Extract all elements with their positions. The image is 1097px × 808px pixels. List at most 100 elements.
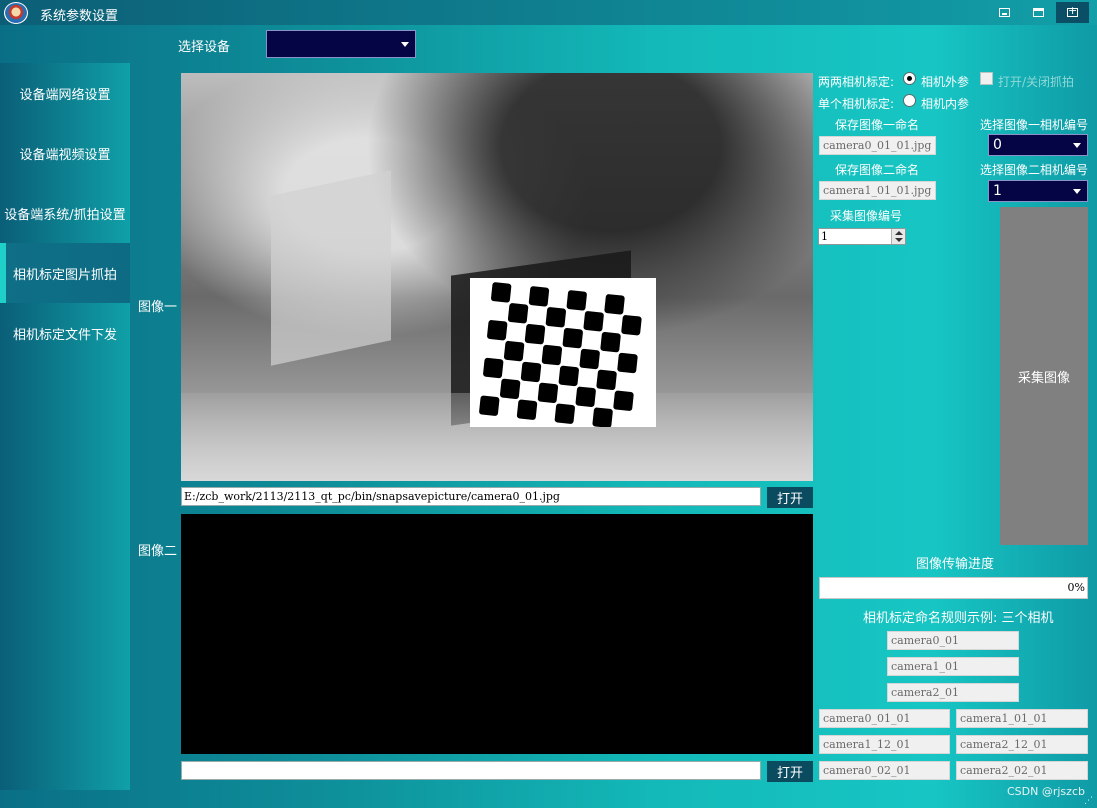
- device-select[interactable]: [266, 30, 416, 58]
- image2-open-button[interactable]: 打开: [767, 761, 813, 782]
- image1-scene-window: [271, 170, 391, 366]
- example-field[interactable]: camera1_01: [887, 657, 1019, 676]
- save-name2-label: 保存图像二命名: [835, 163, 920, 177]
- naming-rule-label: 相机标定命名规则示例: 三个相机: [863, 611, 1054, 626]
- capture-index-value: 1: [821, 230, 828, 243]
- resize-grip-icon[interactable]: ⋰: [1084, 796, 1094, 806]
- single-calibration-label: 单个相机标定:: [818, 97, 895, 111]
- checker-square: [617, 352, 638, 374]
- checker-square: [537, 382, 559, 403]
- example-field[interactable]: camera0_01: [887, 631, 1019, 650]
- example-pair-field[interactable]: camera2_12_01: [956, 735, 1088, 754]
- pair-calibration-radio[interactable]: [903, 72, 916, 85]
- image1-preview: [181, 73, 813, 481]
- select-cam1-value: 0: [993, 137, 1002, 153]
- example-pair-field[interactable]: camera1_01_01: [956, 709, 1088, 728]
- checker-square: [558, 365, 579, 387]
- sidebar-item-calibration-capture[interactable]: 相机标定图片抓拍: [0, 243, 130, 303]
- checker-square: [600, 331, 621, 353]
- select-cam1-dropdown[interactable]: 0: [988, 134, 1088, 156]
- capture-image-button[interactable]: 采集图像: [1000, 207, 1088, 545]
- progress-label: 图像传输进度: [916, 557, 995, 572]
- example-pair-field[interactable]: camera1_12_01: [819, 735, 950, 754]
- capture-toggle-label[interactable]: 打开/关闭抓拍: [998, 73, 1074, 90]
- sidebar-item-label: 相机标定文件下发: [12, 327, 117, 343]
- select-cam2-value: 1: [993, 183, 1002, 199]
- maximize-button[interactable]: [1022, 2, 1055, 23]
- pair-calibration-label: 两两相机标定:: [818, 75, 895, 89]
- checker-square: [507, 303, 529, 324]
- image2-preview: [181, 514, 813, 754]
- maximize-icon: [1033, 8, 1044, 17]
- sidebar: 设备端网络设置 设备端视频设置 设备端系统/抓拍设置 相机标定图片抓拍 相机标定…: [0, 63, 130, 790]
- checker-square: [592, 407, 613, 428]
- select-cam2-label: 选择图像二相机编号: [980, 163, 1089, 177]
- checker-square: [487, 320, 508, 341]
- checker-square: [545, 307, 567, 328]
- sidebar-item-label: 设备端网络设置: [19, 87, 111, 103]
- checker-square: [575, 386, 596, 407]
- checker-square: [579, 348, 600, 370]
- image1-path-input[interactable]: E:/zcb_work/2113/2113_qt_pc/bin/snapsave…: [181, 487, 761, 506]
- checker-square: [483, 357, 504, 379]
- title-bar: 系统参数设置: [0, 0, 1097, 25]
- device-select-label: 选择设备: [178, 40, 231, 55]
- image2-path-input[interactable]: [181, 761, 761, 780]
- minimize-icon: [999, 8, 1010, 17]
- capture-index-spinbox[interactable]: 1: [818, 228, 906, 245]
- sidebar-item-network[interactable]: 设备端网络设置: [0, 63, 130, 123]
- checker-square: [554, 403, 575, 424]
- sidebar-item-label: 相机标定图片抓拍: [12, 267, 117, 283]
- save-name1-field[interactable]: camera0_01_01.jpg: [819, 136, 936, 155]
- save-name1-label: 保存图像一命名: [835, 118, 920, 132]
- progress-text: 0%: [1067, 581, 1085, 594]
- checker-square: [613, 390, 634, 411]
- checker-square: [528, 286, 550, 307]
- checkerboard-pattern: [470, 278, 656, 428]
- sidebar-item-system-capture[interactable]: 设备端系统/抓拍设置: [0, 183, 130, 243]
- example-pair-field[interactable]: camera0_01_01: [819, 709, 950, 728]
- close-button[interactable]: [1056, 2, 1089, 23]
- checker-square: [566, 290, 587, 311]
- checker-square: [524, 324, 546, 345]
- capture-index-label: 采集图像编号: [830, 209, 903, 223]
- close-icon: [1067, 4, 1078, 17]
- checker-square: [583, 311, 604, 332]
- minimize-button[interactable]: [988, 2, 1021, 23]
- window-title: 系统参数设置: [40, 9, 119, 24]
- image1-label: 图像一: [138, 300, 178, 315]
- checker-square: [491, 282, 512, 303]
- spin-arrows-icon[interactable]: [891, 229, 905, 244]
- sidebar-item-video[interactable]: 设备端视频设置: [0, 123, 130, 183]
- single-calibration-option[interactable]: 相机内参: [921, 95, 969, 112]
- transfer-progress-bar: 0%: [819, 577, 1088, 599]
- checker-square: [520, 361, 542, 383]
- chevron-down-icon: [401, 42, 409, 47]
- capture-toggle-checkbox[interactable]: [980, 72, 993, 85]
- chevron-down-icon: [1073, 143, 1081, 148]
- checker-square: [499, 378, 521, 400]
- save-name2-field[interactable]: camera1_01_01.jpg: [819, 181, 936, 200]
- single-calibration-radio[interactable]: [903, 94, 916, 107]
- example-pair-field[interactable]: camera0_02_01: [819, 761, 950, 780]
- sidebar-item-label: 设备端视频设置: [19, 147, 111, 163]
- checker-square: [604, 294, 625, 315]
- example-pair-field[interactable]: camera2_02_01: [956, 761, 1088, 780]
- example-field[interactable]: camera2_01: [887, 683, 1019, 702]
- checker-square: [596, 369, 617, 391]
- checker-square: [541, 344, 563, 366]
- pair-calibration-option[interactable]: 相机外参: [921, 73, 969, 90]
- checker-square: [479, 395, 500, 416]
- checker-square: [503, 340, 525, 362]
- checker-square: [562, 327, 583, 349]
- select-cam2-dropdown[interactable]: 1: [988, 180, 1088, 202]
- checker-square: [516, 399, 538, 420]
- image1-open-button[interactable]: 打开: [767, 487, 813, 508]
- select-cam1-label: 选择图像一相机编号: [980, 118, 1089, 132]
- sidebar-item-calibration-file[interactable]: 相机标定文件下发: [0, 303, 130, 363]
- checker-square: [621, 315, 642, 336]
- image2-label: 图像二: [138, 544, 178, 559]
- chevron-down-icon: [1073, 189, 1081, 194]
- watermark: CSDN @rjszcb: [1007, 785, 1085, 798]
- checkerboard-graphic: [479, 282, 642, 428]
